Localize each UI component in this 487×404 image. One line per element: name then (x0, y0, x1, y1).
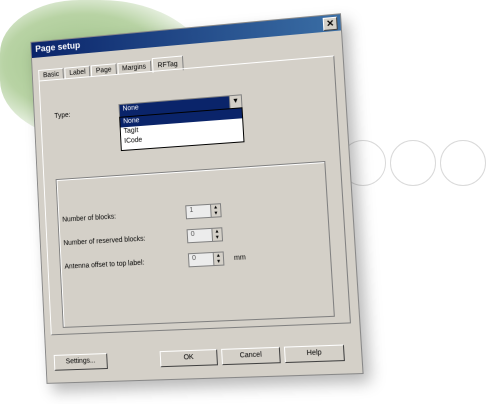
antenna-offset-value: 0 (192, 255, 196, 262)
title-bar[interactable]: Page setup ✕ (31, 14, 341, 58)
reserved-blocks-stepper[interactable]: 0 ▲ ▼ (187, 227, 224, 243)
spin-arrows-icon[interactable]: ▲ ▼ (213, 252, 224, 265)
close-button[interactable]: ✕ (323, 17, 338, 31)
blocks-value: 1 (189, 207, 193, 214)
page-setup-dialog: Page setup ✕ Basic Label Page Margins RF… (30, 13, 363, 384)
antenna-unit: mm (234, 254, 246, 262)
chevron-down-icon[interactable]: ▼ (229, 95, 242, 108)
settings-button[interactable]: Settings... (54, 353, 108, 371)
antenna-offset-label: Antenna offset to top label: (64, 260, 144, 271)
blocks-stepper[interactable]: 1 ▲ ▼ (185, 203, 221, 219)
scene: Page setup ✕ Basic Label Page Margins RF… (0, 0, 487, 404)
type-selected-value: None (122, 104, 138, 112)
spin-arrows-icon[interactable]: ▲ ▼ (211, 228, 222, 241)
rftag-panel: Type: None ▼ None TagIt ICode Number of … (39, 55, 351, 335)
window-title: Page setup (35, 40, 80, 54)
antenna-offset-stepper[interactable]: 0 ▲ ▼ (188, 251, 225, 267)
type-label: Type: (54, 112, 70, 120)
help-button[interactable]: Help (284, 344, 345, 363)
tag-settings-group: Number of blocks: 1 ▲ ▼ Number of reserve… (56, 161, 335, 328)
reserved-blocks-value: 0 (191, 231, 195, 238)
ok-button[interactable]: OK (160, 349, 218, 367)
blocks-label: Number of blocks: (62, 214, 116, 224)
reserved-blocks-label: Number of reserved blocks: (63, 236, 145, 247)
cancel-button[interactable]: Cancel (221, 347, 281, 365)
spin-arrows-icon[interactable]: ▲ ▼ (210, 204, 221, 217)
